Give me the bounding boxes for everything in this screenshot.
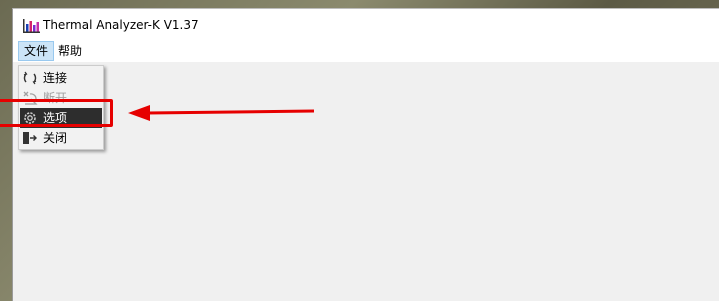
bar-chart-icon: [23, 19, 40, 33]
desktop-background: Thermal Analyzer-K V1.37 文件 帮助 连接 断开 选项 …: [0, 0, 719, 301]
annotation-arrow-icon: [128, 105, 314, 121]
menu-bar: 文件 帮助: [13, 41, 719, 62]
menu-item-close[interactable]: 关闭: [20, 128, 102, 148]
menu-file[interactable]: 文件: [18, 41, 55, 61]
window-title: Thermal Analyzer-K V1.37: [43, 18, 199, 32]
main-client-area: [13, 62, 719, 301]
menu-item-close-label: 关闭: [43, 131, 68, 145]
app-window: Thermal Analyzer-K V1.37 文件 帮助 连接 断开 选项 …: [12, 8, 719, 301]
exit-icon: [23, 132, 37, 144]
menu-help[interactable]: 帮助: [53, 41, 87, 61]
menu-item-connect[interactable]: 连接: [20, 68, 102, 88]
title-bar: Thermal Analyzer-K V1.37: [13, 9, 719, 41]
annotation-highlight-box: [0, 99, 113, 127]
menu-item-connect-label: 连接: [43, 71, 68, 85]
connect-icon: [23, 71, 37, 85]
